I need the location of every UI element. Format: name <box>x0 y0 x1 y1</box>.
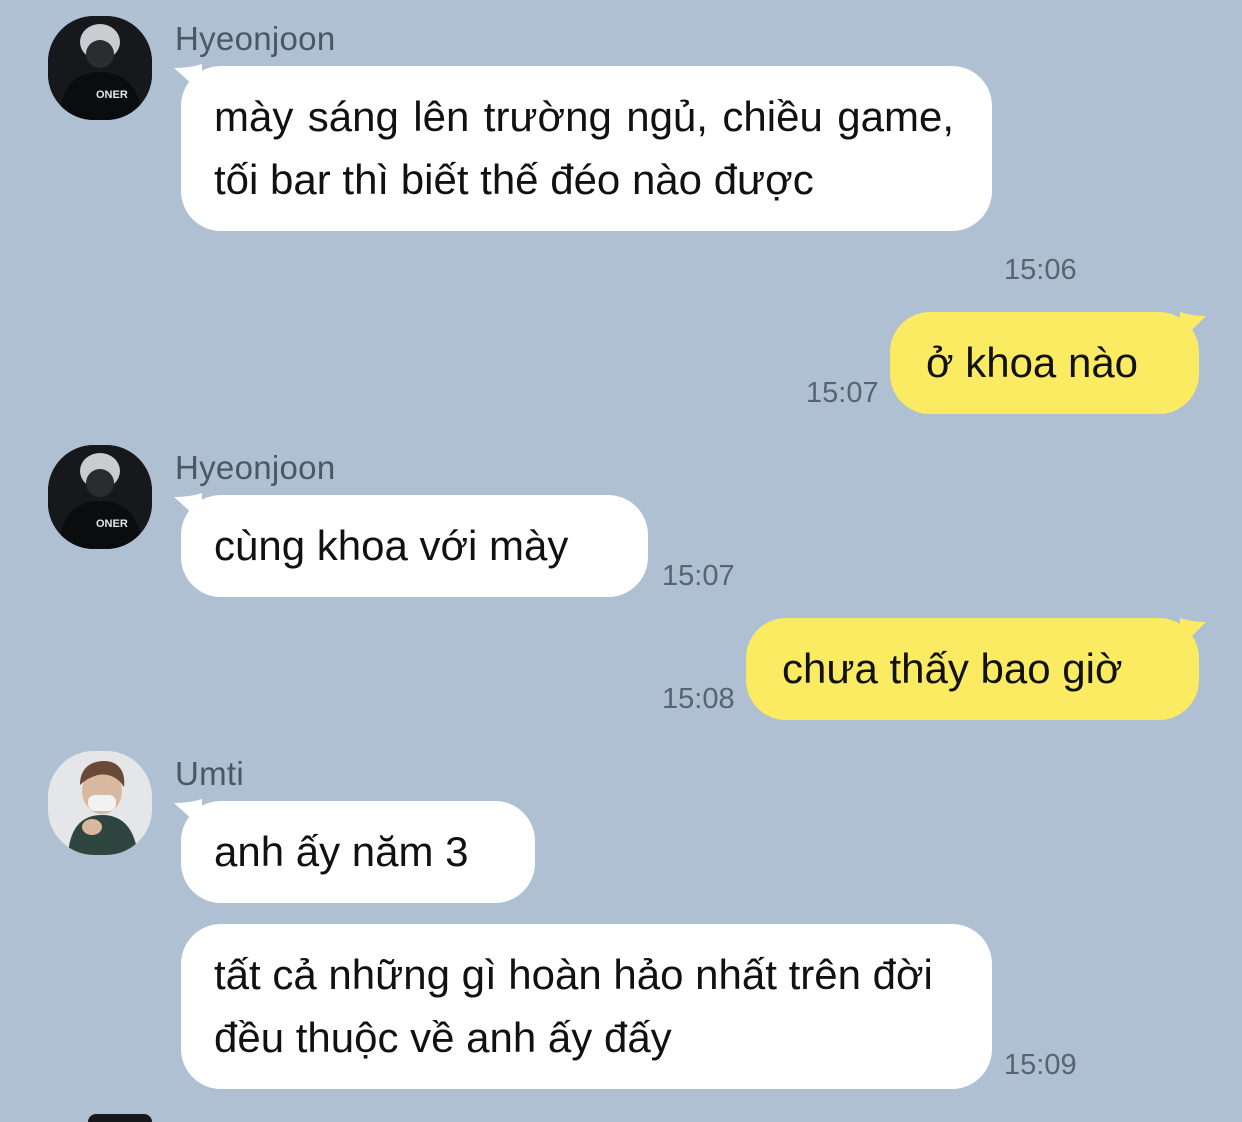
message-text: ở khoa nào <box>926 339 1139 386</box>
sender-name: Umti <box>175 755 245 792</box>
message-bubble-outgoing[interactable]: chưa thấy bao giờ <box>746 618 1199 720</box>
avatar-hyeonjoon-icon[interactable]: ONER <box>48 445 152 549</box>
message-bubble-outgoing[interactable]: ở khoa nào <box>890 312 1199 414</box>
message-bubble-incoming[interactable]: anh ấy năm 3 <box>181 801 535 903</box>
svg-text:ONER: ONER <box>96 89 128 101</box>
sender-name: Hyeonjoon <box>175 449 336 486</box>
message-timestamp: 15:06 <box>1004 254 1077 286</box>
message-timestamp: 15:09 <box>1004 1049 1077 1081</box>
message-text: chưa thấy bao giờ <box>782 645 1123 692</box>
svg-text:ONER: ONER <box>96 518 128 530</box>
sender-name: Hyeonjoon <box>175 20 336 57</box>
bubble-tail <box>172 799 202 829</box>
bubble-tail <box>172 64 202 94</box>
message-text: tất cả những gì hoàn hảo nhất trên đời đ… <box>214 951 933 1061</box>
chat-message-list[interactable]: ONER Hyeonjoon mày sáng lên trường ngủ, … <box>0 0 1242 1122</box>
bubble-tail <box>172 493 202 523</box>
message-bubble-incoming[interactable]: cùng khoa với mày <box>181 495 648 597</box>
message-text: cùng khoa với mày <box>214 522 569 569</box>
message-bubble-incoming[interactable]: tất cả những gì hoàn hảo nhất trên đời đ… <box>181 924 992 1089</box>
message-timestamp: 15:08 <box>662 683 735 715</box>
avatar-umti-icon[interactable] <box>48 751 152 855</box>
message-text: mày sáng lên trường ngủ, chiều game, tối… <box>214 93 954 203</box>
message-timestamp: 15:07 <box>806 377 879 409</box>
message-bubble-incoming[interactable]: mày sáng lên trường ngủ, chiều game, tối… <box>181 66 992 231</box>
bubble-tail <box>1180 312 1210 342</box>
avatar-hyeonjoon-icon[interactable]: ONER <box>48 16 152 120</box>
message-text: anh ấy năm 3 <box>214 828 469 875</box>
bubble-tail <box>1180 618 1210 648</box>
message-timestamp: 15:07 <box>662 560 735 592</box>
avatar-partial-icon[interactable] <box>88 1114 152 1122</box>
